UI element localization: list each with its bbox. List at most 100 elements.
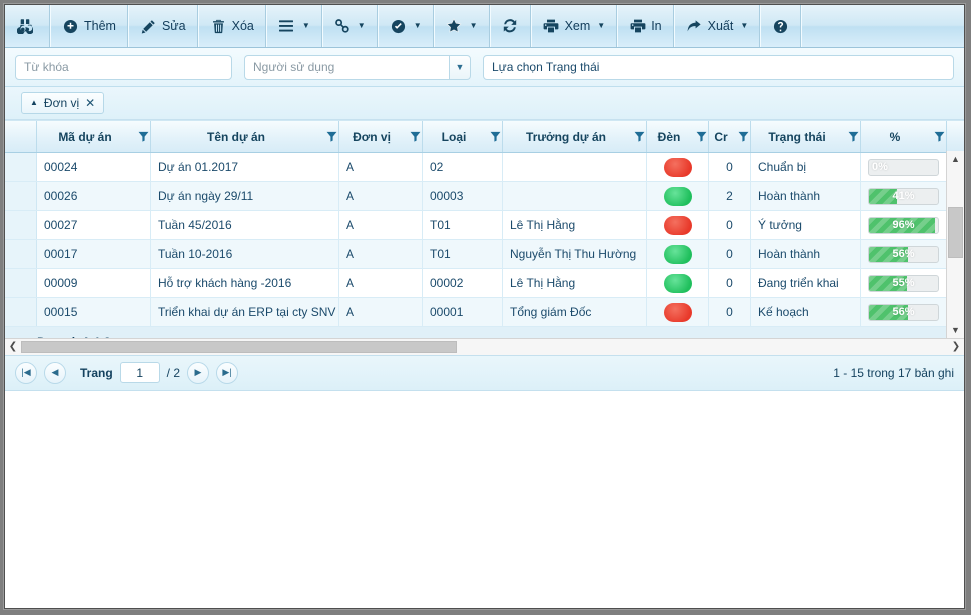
funnel-icon[interactable] <box>737 131 750 142</box>
keyword-input[interactable]: Từ khóa <box>15 54 232 80</box>
delete-button[interactable]: Xóa <box>197 5 266 47</box>
refresh-button[interactable] <box>489 5 531 47</box>
cell-name: Hỗ trợ khách hàng -2016 <box>151 269 339 297</box>
next-page-button[interactable]: ▶ <box>187 361 210 384</box>
column-header-type[interactable]: Loại <box>423 121 503 152</box>
horizontal-scroll-thumb[interactable] <box>21 340 457 353</box>
progress-bar-label: 41% <box>892 190 915 202</box>
export-button-label: Xuất <box>707 19 734 33</box>
close-icon[interactable]: ✕ <box>85 96 95 110</box>
cell-pct: 56% <box>861 298 947 326</box>
horizontal-scroll-track[interactable] <box>21 340 948 354</box>
scroll-right-arrow-icon[interactable]: ❯ <box>948 341 964 352</box>
vertical-scroll-track[interactable] <box>947 167 964 322</box>
column-header-owner[interactable]: Trưởng dự án <box>503 121 647 152</box>
cell-code: 00017 <box>37 240 151 268</box>
link-button[interactable]: ▼ <box>321 5 378 47</box>
cell-code: 00026 <box>37 182 151 210</box>
group-header-label: Đơn vị: A.1.2 <box>37 335 110 338</box>
scroll-up-arrow-icon[interactable]: ▲ <box>947 151 964 167</box>
table-row[interactable]: 00009 Hỗ trợ khách hàng -2016 A 00002 Lê Thị… <box>5 269 964 298</box>
progress-bar-label: 56% <box>892 306 915 318</box>
chevron-down-icon: ▼ <box>357 21 366 30</box>
scroll-down-arrow-icon[interactable]: ▼ <box>947 322 964 338</box>
status-light-green-icon <box>663 186 692 206</box>
share-arrow-icon <box>686 18 703 35</box>
user-select-value[interactable]: Người sử dụng <box>244 54 449 80</box>
funnel-icon[interactable] <box>847 131 860 142</box>
table-row[interactable]: 00017 Tuần 10-2016 A T01 Nguyễn Thị Thu Hườn… <box>5 240 964 269</box>
funnel-icon[interactable] <box>325 131 338 142</box>
cell-status: Hoàn thành <box>751 182 861 210</box>
column-header-code[interactable]: Mã dự án <box>37 121 151 152</box>
horizontal-scrollbar[interactable]: ❮ ❯ <box>5 337 964 355</box>
group-chip-don-vi[interactable]: ▲ Đơn vị ✕ <box>21 92 105 114</box>
column-header-light[interactable]: Đèn <box>647 121 709 152</box>
approve-button[interactable]: ▼ <box>377 5 434 47</box>
cell-owner <box>503 153 647 181</box>
pagination-bar: |◀ ◀ Trang / 2 ▶ ▶| 1 - 15 trong 17 bản … <box>5 354 964 391</box>
export-button[interactable]: Xuất ▼ <box>673 5 761 47</box>
status-select-value: Lựa chọn Trạng thái <box>492 60 600 74</box>
table-row[interactable]: 00027 Tuần 45/2016 A T01 Lê Thị Hằng 0 Ý tưởng… <box>5 211 964 240</box>
print-button-label: In <box>651 19 662 33</box>
funnel-icon[interactable] <box>633 131 646 142</box>
cell-light <box>647 211 709 239</box>
column-header-unit[interactable]: Đơn vị <box>339 121 423 152</box>
vertical-scroll-thumb[interactable] <box>948 207 963 259</box>
main-toolbar: Thêm Sửa Xóa ▼ ▼ ▼ ▼ Xem ▼ In Xuất ▼ <box>5 5 964 48</box>
cell-pick <box>5 240 37 268</box>
progress-bar: 0% <box>868 158 939 176</box>
print-button[interactable]: In <box>617 5 674 47</box>
funnel-icon[interactable] <box>409 131 422 142</box>
find-button[interactable] <box>5 5 50 47</box>
help-button[interactable] <box>760 5 802 47</box>
table-row[interactable]: 00015 Triển khai dự án ERP tại cty SNV A 00… <box>5 298 964 327</box>
funnel-icon[interactable] <box>137 131 150 142</box>
status-light-red-icon <box>663 302 692 322</box>
preview-button[interactable]: Xem ▼ <box>530 5 618 47</box>
collapse-triangle-icon[interactable]: ◢ <box>23 337 29 338</box>
page-number-input[interactable] <box>119 362 160 383</box>
user-select[interactable]: Người sử dụng ▼ <box>244 54 471 80</box>
keyword-placeholder: Từ khóa <box>24 60 69 74</box>
cell-code: 00027 <box>37 211 151 239</box>
funnel-icon[interactable] <box>695 131 708 142</box>
vertical-scrollbar[interactable]: ▲ ▼ <box>946 151 964 338</box>
link-chain-icon <box>334 18 351 35</box>
column-header-cr[interactable]: Cr <box>709 121 751 152</box>
hamburger-menu-icon <box>278 18 295 35</box>
first-page-button[interactable]: |◀ <box>15 361 37 384</box>
add-button[interactable]: Thêm <box>50 5 128 47</box>
favorite-button[interactable]: ▼ <box>433 5 490 47</box>
chevron-down-icon: ▼ <box>455 62 465 72</box>
printer-icon <box>543 18 560 35</box>
funnel-icon[interactable] <box>489 131 502 142</box>
column-header-pick[interactable] <box>5 121 37 152</box>
scroll-left-arrow-icon[interactable]: ❮ <box>5 341 21 352</box>
funnel-icon[interactable] <box>933 131 946 142</box>
progress-bar: 56% <box>868 245 939 263</box>
column-header-pct[interactable]: % <box>861 121 947 152</box>
list-menu-button[interactable]: ▼ <box>265 5 322 47</box>
status-light-red-icon <box>663 157 692 177</box>
cell-status: Hoàn thành <box>751 240 861 268</box>
cell-pct: 0% <box>861 153 947 181</box>
user-select-dropdown-button[interactable]: ▼ <box>449 54 471 80</box>
column-header-name[interactable]: Tên dự án <box>151 121 339 152</box>
cell-owner: Tổng giám Đốc <box>503 298 647 326</box>
table-row[interactable]: 00024 Dự án 01.2017 A 02 0 Chuẩn bị 0% <box>5 153 964 182</box>
prev-page-button[interactable]: ◀ <box>44 361 66 384</box>
group-chip-bar: ▲ Đơn vị ✕ <box>5 87 964 120</box>
table-row[interactable]: 00026 Dự án ngày 29/11 A 00003 2 Hoàn thành 41… <box>5 182 964 211</box>
cell-pct: 55% <box>861 269 947 297</box>
first-page-icon: |◀ <box>21 367 31 377</box>
column-header-status[interactable]: Trạng thái <box>751 121 861 152</box>
edit-button-label: Sửa <box>161 19 186 33</box>
group-header-row[interactable]: ◢ Đơn vị: A.1.2 <box>5 327 964 338</box>
column-header-label-owner: Trưởng dự án <box>526 129 606 144</box>
edit-button[interactable]: Sửa <box>127 5 198 47</box>
last-page-button[interactable]: ▶| <box>216 361 239 384</box>
check-circle-icon <box>390 18 407 35</box>
status-select[interactable]: Lựa chọn Trạng thái <box>483 54 954 80</box>
